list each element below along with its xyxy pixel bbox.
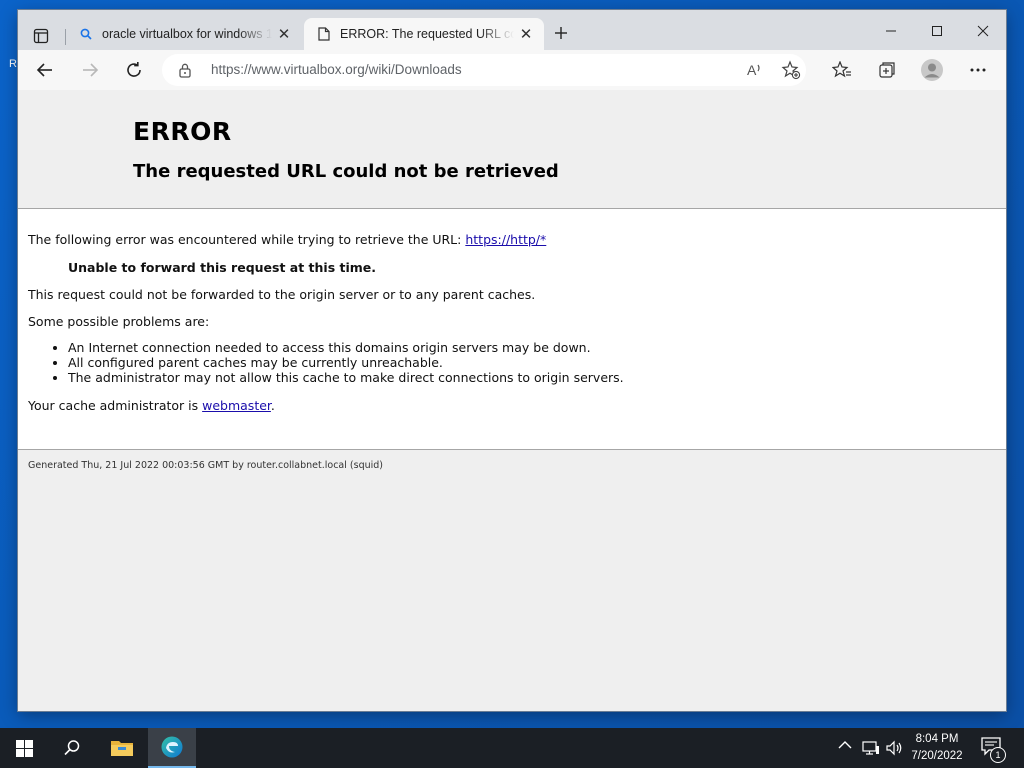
volume-icon[interactable] (886, 740, 904, 756)
tab-title: oracle virtualbox for windows 10 (102, 27, 272, 41)
refresh-icon[interactable] (120, 56, 148, 84)
problems-heading: Some possible problems are: (28, 314, 210, 329)
minimize-icon[interactable] (868, 18, 914, 44)
file-explorer-icon[interactable] (98, 728, 146, 768)
more-options-icon[interactable] (964, 56, 992, 84)
tab-error-page[interactable]: ERROR: The requested URL could not be re… (304, 18, 544, 50)
search-icon (80, 28, 102, 40)
add-favorite-star-icon[interactable] (781, 60, 801, 84)
problem-item: An Internet connection needed to access … (68, 340, 624, 355)
desktop-edge-letter: R (9, 58, 17, 70)
notification-count-badge: 1 (990, 747, 1006, 763)
close-window-icon[interactable] (960, 18, 1006, 44)
page-content: ERROR The requested URL could not be ret… (18, 90, 1006, 711)
back-arrow-icon[interactable] (31, 56, 59, 84)
url-text[interactable]: https://www.virtualbox.org/wiki/Download… (211, 62, 462, 77)
read-aloud-icon[interactable]: A (744, 60, 764, 84)
tab-actions-icon[interactable] (28, 23, 54, 49)
address-bar[interactable]: https://www.virtualbox.org/wiki/Download… (162, 54, 806, 86)
admin-line: Your cache administrator is webmaster. (28, 398, 275, 413)
lock-icon[interactable] (178, 62, 192, 82)
problem-item: The administrator may not allow this cac… (68, 370, 624, 385)
clock-date: 7/20/2022 (911, 750, 963, 762)
tab-title: ERROR: The requested URL could not be re… (340, 27, 514, 41)
intro-line: The following error was encountered whil… (28, 232, 546, 247)
admin-suffix: . (270, 398, 275, 413)
close-tab-icon[interactable]: ✕ (272, 25, 296, 43)
profile-avatar-icon[interactable] (918, 56, 946, 84)
forward-arrow-icon[interactable] (76, 56, 104, 84)
error-header: ERROR The requested URL could not be ret… (18, 90, 1006, 209)
tab-search-results[interactable]: oracle virtualbox for windows 10 ✕ (66, 18, 302, 50)
problems-list: An Internet connection needed to access … (48, 340, 624, 385)
page-title: ERROR (133, 117, 232, 146)
system-clock[interactable]: 8:04 PM 7/20/2022 (905, 731, 969, 765)
admin-prefix: Your cache administrator is (28, 398, 203, 413)
page-icon (318, 27, 340, 41)
network-icon[interactable] (862, 740, 880, 756)
search-icon[interactable] (48, 728, 96, 768)
windows-start-icon[interactable] (0, 728, 48, 768)
maximize-icon[interactable] (914, 18, 960, 44)
favorites-icon[interactable] (828, 56, 856, 84)
edge-browser-icon[interactable] (148, 728, 196, 768)
intro-text: The following error was encountered whil… (28, 232, 466, 247)
error-url-link[interactable]: https://http/* (465, 232, 546, 247)
taskbar: 8:04 PM 7/20/2022 1 (0, 728, 1024, 768)
chevron-up-icon[interactable] (838, 740, 852, 750)
problem-item: All configured parent caches may be curr… (68, 355, 624, 370)
generated-footer: Generated Thu, 21 Jul 2022 00:03:56 GMT … (28, 460, 383, 471)
new-tab-plus-icon[interactable] (551, 23, 571, 43)
error-reason: Unable to forward this request at this t… (68, 260, 377, 275)
collections-icon[interactable] (872, 56, 900, 84)
browser-toolbar: https://www.virtualbox.org/wiki/Download… (18, 50, 1006, 91)
close-tab-icon[interactable]: ✕ (514, 25, 538, 43)
page-subtitle: The requested URL could not be retrieved (133, 161, 559, 182)
browser-window: oracle virtualbox for windows 10 ✕ ERROR… (18, 10, 1006, 711)
tab-bar: oracle virtualbox for windows 10 ✕ ERROR… (18, 10, 1006, 50)
svg-text:A: A (747, 62, 757, 78)
error-body: The following error was encountered whil… (18, 209, 1006, 450)
clock-time: 8:04 PM (915, 733, 959, 745)
webmaster-link[interactable]: webmaster (202, 398, 271, 413)
explain-line: This request could not be forwarded to t… (28, 287, 536, 302)
